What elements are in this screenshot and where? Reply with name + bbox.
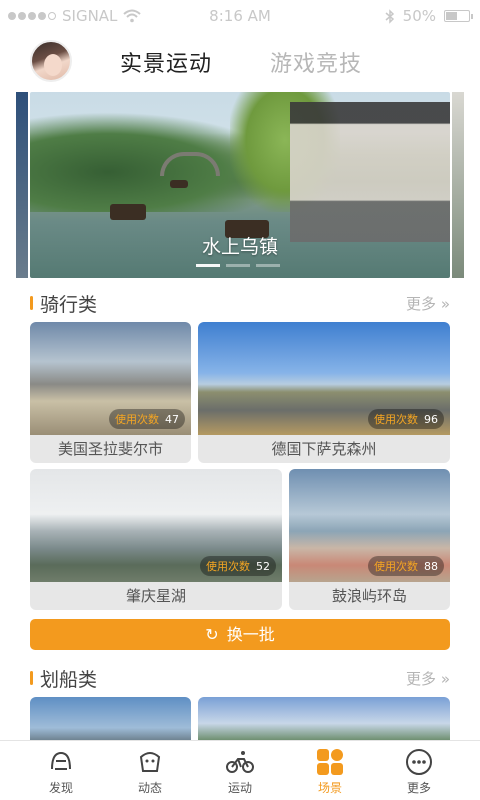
double-chevron-right-icon: » [440, 670, 450, 688]
banner-page-indicator [196, 264, 280, 267]
nav-item-activity[interactable]: 动态 [120, 745, 180, 796]
usage-count-badge: 使用次数 52 [200, 556, 276, 576]
tab-game-competition[interactable]: 游戏竞技 [270, 46, 362, 78]
banner-title: 水上乌镇 [201, 236, 278, 258]
scene-card[interactable] [198, 697, 450, 741]
scene-card[interactable]: 使用次数 47 美国圣拉斐尔市 [30, 322, 191, 463]
nav-label: 运动 [227, 781, 252, 795]
usage-count-badge: 使用次数 96 [368, 409, 444, 429]
activity-icon [135, 747, 165, 777]
more-label: 更多 [406, 295, 437, 313]
battery-percent: 50% [402, 7, 436, 25]
usage-count-badge: 使用次数 88 [368, 556, 444, 576]
nav-label: 更多 [406, 781, 431, 795]
banner-prev-peek[interactable] [16, 92, 28, 278]
avatar[interactable] [30, 40, 72, 82]
nav-label: 发现 [48, 781, 73, 795]
scene-name: 鼓浪屿环岛 [289, 582, 450, 610]
nav-item-more[interactable]: 更多 [389, 745, 449, 796]
banner-next-peek[interactable] [452, 92, 464, 278]
scene-card[interactable]: 使用次数 88 鼓浪屿环岛 [289, 469, 450, 610]
double-chevron-right-icon: » [440, 295, 450, 313]
section-accent-bar [30, 296, 33, 310]
refresh-icon: ↻ [205, 625, 219, 644]
scene-card[interactable]: 使用次数 96 德国下萨克森州 [198, 322, 450, 463]
cycling-section-title: 骑行类 [40, 294, 98, 316]
scenes-icon [315, 747, 345, 777]
more-label: 更多 [406, 670, 437, 688]
nav-item-sports[interactable]: 运动 [210, 745, 270, 796]
scene-card[interactable]: 使用次数 52 肇庆星湖 [30, 469, 282, 610]
bottom-nav: 发现 动态 运动 场景 更多 [0, 740, 480, 800]
header: 实景运动 游戏竞技 [0, 32, 480, 92]
nav-item-discover[interactable]: 发现 [31, 745, 91, 796]
status-bar: SIGNAL 8:16 AM 50% [0, 0, 480, 32]
cycling-section-header: 骑行类 更多 » [30, 290, 450, 316]
more-icon [404, 747, 434, 777]
tab-real-scene-sports[interactable]: 实景运动 [120, 46, 212, 78]
rowing-section-title: 划船类 [40, 669, 98, 691]
usage-count-badge: 使用次数 47 [109, 409, 185, 429]
discover-icon [46, 747, 76, 777]
scene-name: 肇庆星湖 [30, 582, 282, 610]
scene-name: 美国圣拉斐尔市 [30, 435, 191, 463]
featured-banner[interactable]: 水上乌镇 [30, 92, 450, 278]
refresh-batch-button[interactable]: ↻ 换一批 [30, 619, 450, 650]
nav-item-scenes[interactable]: 场景 [300, 745, 360, 796]
scene-card[interactable] [30, 697, 191, 741]
rowing-section-header: 划船类 更多 » [30, 665, 450, 691]
banner-dot [256, 264, 280, 267]
scene-name: 德国下萨克森州 [198, 435, 450, 463]
nav-label: 场景 [317, 781, 342, 795]
section-accent-bar [30, 671, 33, 685]
cycling-more-link[interactable]: 更多 » [406, 293, 450, 314]
bicycle-icon [225, 747, 255, 777]
refresh-label: 换一批 [226, 625, 275, 644]
banner-dot [226, 264, 250, 267]
nav-label: 动态 [137, 781, 162, 795]
battery-icon [444, 10, 473, 22]
rowing-more-link[interactable]: 更多 » [406, 668, 450, 689]
bluetooth-icon [385, 8, 394, 24]
status-right: 50% [385, 7, 473, 25]
banner-dot [196, 264, 220, 267]
